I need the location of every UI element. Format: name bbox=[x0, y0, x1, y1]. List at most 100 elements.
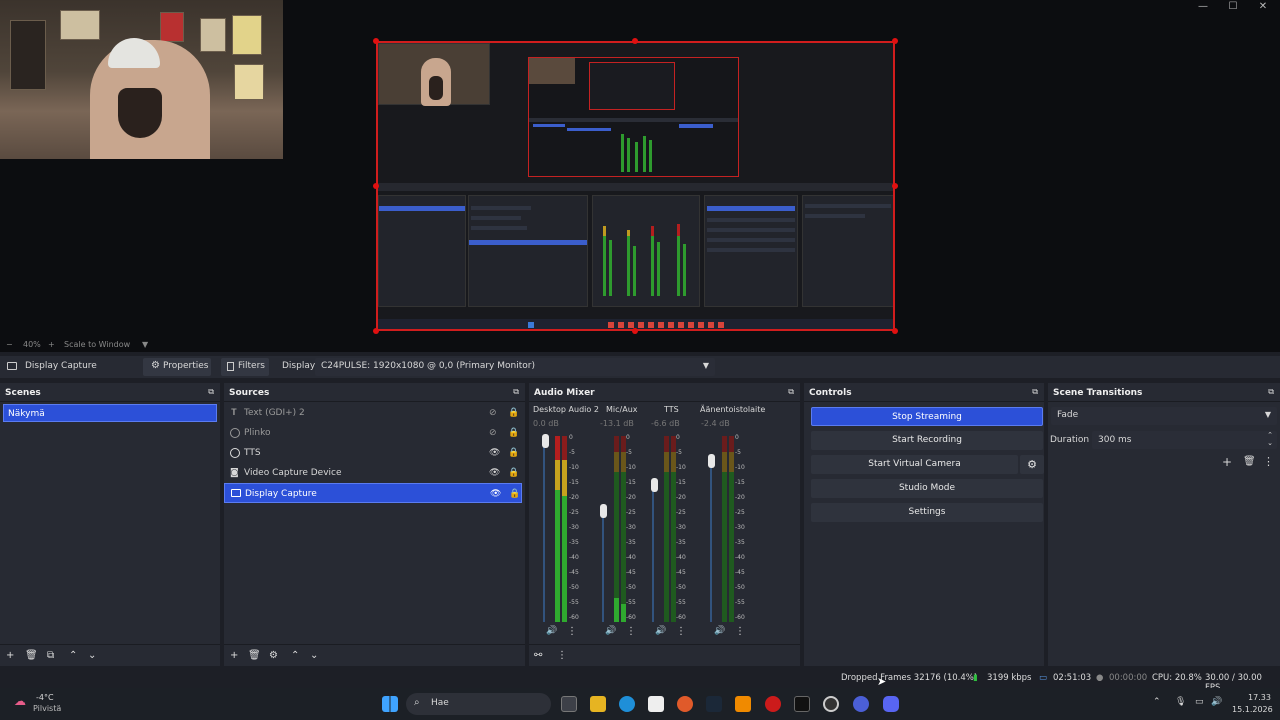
clock-date[interactable]: 15.1.2026 bbox=[1232, 705, 1273, 714]
transition-select[interactable]: Fade ▼ bbox=[1051, 407, 1277, 425]
volume-icon[interactable]: 🔊 bbox=[1211, 697, 1222, 707]
undock-icon[interactable]: ⧉ bbox=[788, 387, 794, 397]
gear-icon[interactable]: ⚙ bbox=[269, 650, 278, 661]
audio-mixer-title-text: Audio Mixer bbox=[534, 388, 595, 398]
move-up-icon[interactable]: ⌃ bbox=[69, 650, 77, 661]
obs-icon[interactable] bbox=[823, 696, 839, 712]
menu-dots-icon[interactable]: ⋮ bbox=[1263, 455, 1274, 468]
move-down-icon[interactable]: ⌄ bbox=[310, 650, 318, 661]
resize-handle[interactable] bbox=[632, 38, 638, 44]
volume-slider-knob[interactable] bbox=[542, 434, 549, 448]
chevron-down-icon[interactable]: ▼ bbox=[142, 340, 148, 349]
source-item[interactable]: Display Capture 👁 🔒 bbox=[224, 483, 522, 503]
eye-icon[interactable]: 👁 bbox=[489, 444, 500, 462]
undock-icon[interactable]: ⧉ bbox=[1032, 387, 1038, 397]
display-select[interactable]: C24PULSE: 1920x1080 @ 0,0 (Primary Monit… bbox=[315, 358, 715, 376]
display-capture-source[interactable] bbox=[376, 41, 895, 331]
microphone-icon[interactable]: 🎙 bbox=[1175, 697, 1186, 707]
zoom-in-button[interactable]: + bbox=[48, 340, 55, 349]
source-item[interactable]: TTS 👁 🔒 bbox=[227, 444, 522, 462]
app-icon[interactable] bbox=[853, 696, 869, 712]
maximize-button[interactable]: ☐ bbox=[1218, 0, 1248, 14]
link-icon[interactable]: ⚯ bbox=[534, 650, 542, 661]
source-item[interactable]: 𝐓 Text (GDI+) 2 ⊘ 🔒 bbox=[227, 404, 522, 422]
resize-handle[interactable] bbox=[373, 38, 379, 44]
add-icon[interactable]: + bbox=[6, 650, 14, 661]
resize-handle[interactable] bbox=[632, 328, 638, 334]
trash-icon[interactable]: 🗑 bbox=[25, 650, 38, 661]
lock-icon[interactable]: 🔒 bbox=[508, 424, 519, 442]
file-explorer-icon[interactable] bbox=[590, 696, 606, 712]
filter-icon[interactable]: ⧉ bbox=[47, 650, 54, 661]
search-box[interactable]: ⌕ Hae bbox=[406, 693, 551, 715]
speaker-icon[interactable]: 🔊 bbox=[714, 626, 725, 636]
vlc-icon[interactable] bbox=[735, 696, 751, 712]
menu-dots-icon[interactable]: ⋮ bbox=[626, 626, 636, 637]
filters-button[interactable]: Filters bbox=[221, 358, 269, 376]
firefox-icon[interactable] bbox=[677, 696, 693, 712]
undock-icon[interactable]: ⧉ bbox=[1268, 387, 1274, 397]
zoom-out-button[interactable]: − bbox=[6, 340, 13, 349]
task-view-icon[interactable] bbox=[561, 696, 577, 712]
trash-icon[interactable]: 🗑 bbox=[248, 650, 261, 661]
windows-start-icon[interactable] bbox=[382, 696, 398, 712]
start-recording-button[interactable]: Start Recording bbox=[811, 431, 1043, 450]
menu-dots-icon[interactable]: ⋮ bbox=[735, 626, 745, 637]
edge-icon[interactable] bbox=[619, 696, 635, 712]
lock-icon[interactable]: 🔒 bbox=[509, 485, 520, 503]
store-icon[interactable] bbox=[648, 696, 664, 712]
menu-dots-icon[interactable]: ⋮ bbox=[557, 650, 567, 661]
eye-icon[interactable]: 👁 bbox=[490, 485, 501, 503]
settings-button[interactable]: Settings bbox=[811, 503, 1043, 522]
tray-chevron-icon[interactable]: ⌃ bbox=[1153, 697, 1161, 707]
scenes-footer: + 🗑 ⧉ ⌃ ⌄ bbox=[0, 644, 220, 666]
scene-item[interactable]: Näkymä bbox=[3, 404, 217, 422]
lock-icon[interactable]: 🔒 bbox=[508, 444, 519, 462]
menu-dots-icon[interactable]: ⋮ bbox=[676, 626, 686, 637]
scale-mode[interactable]: Scale to Window bbox=[64, 340, 130, 349]
spin-arrows-icon[interactable]: ⌃ ⌄ bbox=[1267, 431, 1273, 447]
minimize-button[interactable]: — bbox=[1188, 0, 1218, 14]
speaker-icon[interactable]: 🔊 bbox=[546, 626, 557, 636]
lock-icon[interactable]: 🔒 bbox=[508, 404, 519, 422]
steam-icon[interactable] bbox=[706, 696, 722, 712]
studio-mode-button[interactable]: Studio Mode bbox=[811, 479, 1043, 498]
stop-streaming-button[interactable]: Stop Streaming bbox=[811, 407, 1043, 426]
properties-button[interactable]: ⚙ Properties bbox=[143, 358, 211, 376]
undock-icon[interactable]: ⧉ bbox=[513, 387, 519, 397]
volume-slider-knob[interactable] bbox=[708, 454, 715, 468]
network-icon[interactable]: ▭ bbox=[1195, 697, 1204, 707]
menu-dots-icon[interactable]: ⋮ bbox=[567, 626, 577, 637]
duration-spinbox[interactable]: 300 ms ⌃ ⌄ bbox=[1092, 431, 1277, 449]
discord-icon[interactable] bbox=[883, 696, 899, 712]
start-virtual-camera-button[interactable]: Start Virtual Camera bbox=[811, 455, 1018, 474]
close-button[interactable]: ✕ bbox=[1248, 0, 1278, 14]
terminal-icon[interactable] bbox=[794, 696, 810, 712]
resize-handle[interactable] bbox=[892, 328, 898, 334]
speaker-icon[interactable]: 🔊 bbox=[605, 626, 616, 636]
resize-handle[interactable] bbox=[892, 38, 898, 44]
resize-handle[interactable] bbox=[373, 328, 379, 334]
add-icon[interactable]: + bbox=[230, 650, 238, 661]
eye-icon[interactable]: 👁 bbox=[489, 464, 500, 482]
move-up-icon[interactable]: ⌃ bbox=[291, 650, 299, 661]
preview-canvas[interactable]: — ☐ ✕ bbox=[0, 0, 1280, 338]
eye-off-icon[interactable]: ⊘ bbox=[489, 424, 497, 442]
trash-icon[interactable]: 🗑 bbox=[1243, 456, 1256, 467]
source-item[interactable]: Plinko ⊘ 🔒 bbox=[227, 424, 522, 442]
move-down-icon[interactable]: ⌄ bbox=[88, 650, 96, 661]
clock-time[interactable]: 17.33 bbox=[1248, 693, 1271, 702]
eye-off-icon[interactable]: ⊘ bbox=[489, 404, 497, 422]
volume-slider-knob[interactable] bbox=[651, 478, 658, 492]
opera-icon[interactable] bbox=[765, 696, 781, 712]
duration-label: Duration bbox=[1050, 435, 1090, 445]
add-icon[interactable]: + bbox=[1222, 455, 1232, 469]
volume-slider-knob[interactable] bbox=[600, 504, 607, 518]
resize-handle[interactable] bbox=[373, 183, 379, 189]
source-item[interactable]: ◙ Video Capture Device 👁 🔒 bbox=[227, 464, 522, 482]
speaker-icon[interactable]: 🔊 bbox=[655, 626, 666, 636]
virtual-camera-settings-icon[interactable]: ⚙ bbox=[1020, 455, 1044, 474]
resize-handle[interactable] bbox=[892, 183, 898, 189]
undock-icon[interactable]: ⧉ bbox=[208, 387, 214, 397]
lock-icon[interactable]: 🔒 bbox=[508, 464, 519, 482]
